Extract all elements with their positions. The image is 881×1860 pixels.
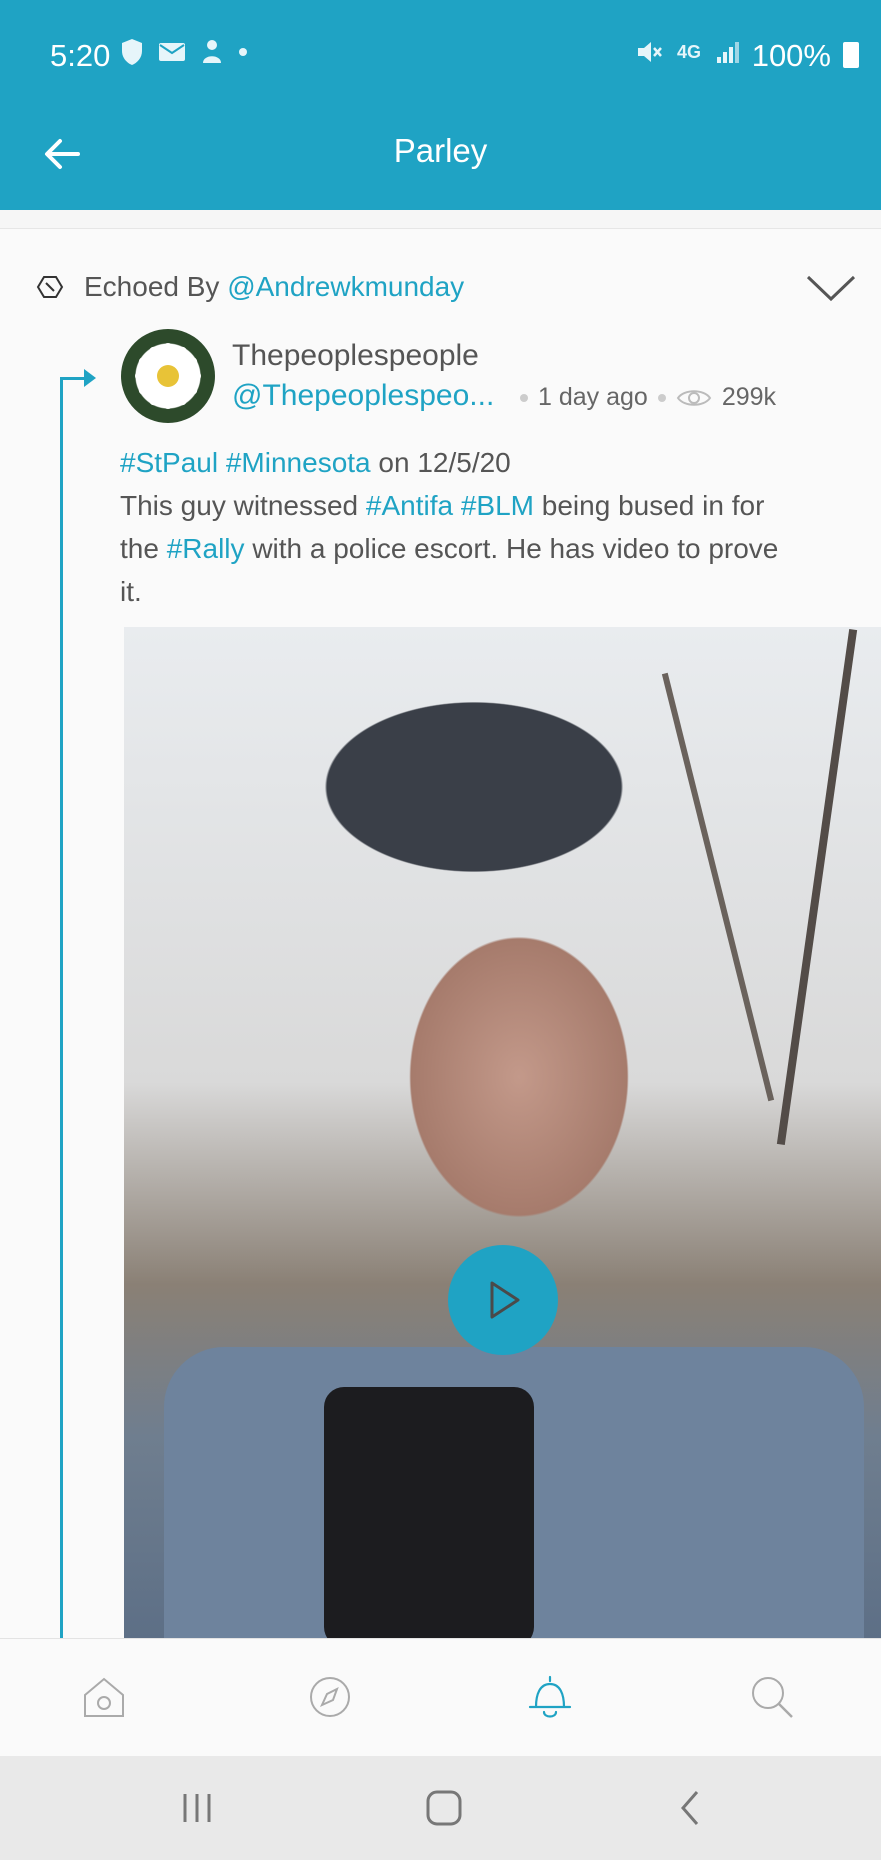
- post-options-button[interactable]: [805, 273, 857, 303]
- page-title: Parley: [393, 132, 488, 169]
- post-time: 1 day ago: [538, 383, 648, 411]
- post-line-1: #StPaul #Minnesota on 12/5/20: [120, 441, 855, 484]
- post-text: This guy witnessed: [120, 490, 359, 521]
- echo-user-link[interactable]: @Andrewkmunday: [227, 271, 464, 302]
- tree-branch: [661, 672, 775, 1102]
- post-text: it.: [120, 576, 142, 607]
- separator-dot: [657, 393, 666, 402]
- system-nav-bar: [0, 1756, 881, 1860]
- home-button[interactable]: [414, 1786, 474, 1830]
- nav-notifications[interactable]: [522, 1669, 578, 1725]
- avatar[interactable]: [121, 329, 215, 423]
- mute-icon: [637, 42, 662, 62]
- recent-apps-icon: [183, 1794, 211, 1822]
- separator-dot: [520, 393, 528, 402]
- nav-home[interactable]: [76, 1669, 132, 1725]
- nav-explore[interactable]: [302, 1669, 358, 1725]
- post-text: being bused in for: [541, 490, 765, 521]
- video-thumbnail[interactable]: [124, 627, 881, 1638]
- status-time: 5:20: [50, 38, 111, 73]
- post-body: #StPaul #Minnesota on 12/5/20 This guy w…: [120, 441, 855, 613]
- post-line-4: it.: [120, 570, 855, 613]
- mail-icon: [159, 43, 185, 61]
- shield-icon: [122, 39, 142, 65]
- echo-icon: [36, 276, 64, 298]
- more-dot-icon: [239, 48, 247, 56]
- daisy-center: [157, 365, 179, 387]
- view-count: 299k: [721, 383, 777, 411]
- nav-search[interactable]: [744, 1669, 800, 1725]
- bottom-nav: [0, 1638, 881, 1756]
- thread-arrow-icon: [84, 369, 96, 387]
- echo-label: Echoed By @Andrewkmunday: [84, 271, 464, 303]
- compass-icon: [310, 1677, 350, 1717]
- post-meta: 1 day ago 299k: [520, 383, 776, 412]
- recent-apps-button[interactable]: [167, 1786, 227, 1830]
- tree-trunk: [776, 628, 858, 1146]
- home-circle-icon: [426, 1790, 462, 1826]
- app-screen: 5:20 4G 100% Parley Echoed By @Andrewkmu…: [0, 0, 881, 1860]
- hashtag-link[interactable]: #Rally: [167, 533, 245, 564]
- post-card: Echoed By @Andrewkmunday Thepeoplespeopl…: [0, 228, 881, 1638]
- dark-shirt: [324, 1387, 534, 1638]
- network-type-icon: 4G: [676, 41, 701, 62]
- author-handle[interactable]: @Thepeoplespeo...: [232, 379, 502, 413]
- status-system-icons: 4G: [635, 38, 741, 66]
- signal-icon: [717, 42, 739, 63]
- app-notification-icon: [203, 40, 221, 63]
- play-button[interactable]: [448, 1245, 558, 1355]
- post-line-2: This guy witnessed #Antifa #BLM being bu…: [120, 484, 855, 527]
- hashtag-link[interactable]: #StPaul: [120, 447, 218, 478]
- thread-line: [60, 379, 63, 1638]
- top-bar: 5:20 4G 100% Parley: [0, 0, 881, 210]
- hashtag-link[interactable]: #Minnesota: [226, 447, 371, 478]
- back-chevron-icon: [681, 1791, 699, 1825]
- bell-icon: [528, 1675, 572, 1718]
- chevron-down-icon: [806, 275, 856, 302]
- echo-row: Echoed By @Andrewkmunday: [36, 271, 464, 303]
- home-icon: [84, 1677, 124, 1717]
- eye-icon: [676, 389, 712, 406]
- system-back-button[interactable]: [660, 1786, 720, 1830]
- hashtag-link[interactable]: #Antifa: [366, 490, 453, 521]
- post-text: with a police escort. He has video to pr…: [252, 533, 779, 564]
- status-bar: 5:20 4G 100%: [0, 0, 881, 110]
- hashtag-link[interactable]: #BLM: [461, 490, 534, 521]
- status-notification-icons: [120, 38, 248, 66]
- battery-icon: [843, 42, 859, 68]
- echo-label-text: Echoed By: [84, 271, 220, 302]
- play-icon: [490, 1281, 520, 1319]
- post-text: on 12/5/20: [378, 447, 511, 478]
- search-icon: [752, 1677, 793, 1718]
- author-name[interactable]: Thepeoplespeople: [232, 339, 479, 373]
- app-bar: Parley: [0, 110, 881, 210]
- post-line-3: the #Rally with a police escort. He has …: [120, 527, 855, 570]
- post-text: the: [120, 533, 159, 564]
- battery-percentage: 100%: [751, 38, 831, 73]
